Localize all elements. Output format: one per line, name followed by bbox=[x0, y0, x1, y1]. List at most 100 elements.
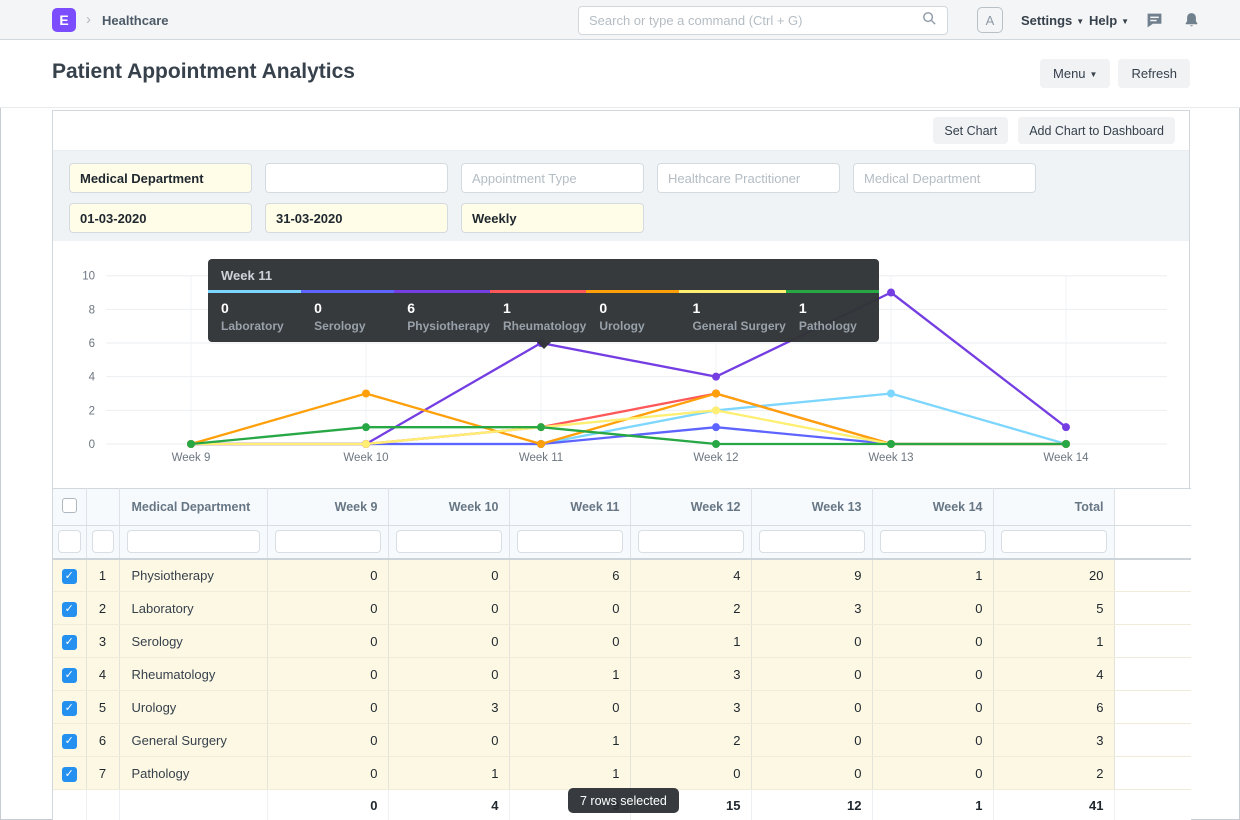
data-point[interactable] bbox=[1062, 423, 1070, 431]
notifications-bell-icon[interactable] bbox=[1184, 12, 1199, 33]
set-chart-button[interactable]: Set Chart bbox=[933, 117, 1008, 144]
department-cell[interactable]: Rheumatology bbox=[119, 658, 267, 691]
filter-input[interactable]: Medical Department bbox=[853, 163, 1036, 193]
data-point[interactable] bbox=[362, 440, 370, 448]
refresh-button[interactable]: Refresh bbox=[1118, 59, 1190, 88]
table-row[interactable]: ✓7Pathology0110002 bbox=[53, 757, 1191, 790]
select-all-checkbox[interactable] bbox=[62, 498, 77, 513]
row-checkbox-cell: ✓ bbox=[53, 625, 86, 658]
table-row[interactable]: ✓3Serology0001001 bbox=[53, 625, 1191, 658]
value-cell: 0 bbox=[751, 724, 872, 757]
column-header[interactable]: Week 13 bbox=[751, 489, 872, 526]
table-row[interactable]: ✓2Laboratory0002305 bbox=[53, 592, 1191, 625]
column-header[interactable]: Medical Department bbox=[119, 489, 267, 526]
filter-input[interactable]: Healthcare Practitioner bbox=[657, 163, 840, 193]
y-axis-label: 6 bbox=[89, 338, 95, 350]
column-header[interactable]: Total bbox=[993, 489, 1114, 526]
chat-icon[interactable] bbox=[1146, 12, 1163, 34]
search-icon[interactable] bbox=[922, 11, 937, 31]
column-header[interactable]: Week 12 bbox=[630, 489, 751, 526]
row-checkbox-cell: ✓ bbox=[53, 559, 86, 592]
data-point[interactable] bbox=[887, 289, 895, 297]
totals-empty-cell bbox=[53, 790, 86, 820]
filter-row-2: 01-03-2020 31-03-2020 Weekly bbox=[69, 203, 644, 233]
data-point[interactable] bbox=[537, 440, 545, 448]
value-cell: 1 bbox=[388, 757, 509, 790]
value-cell: 0 bbox=[872, 691, 993, 724]
navbar: E › Healthcare Search or type a command … bbox=[0, 0, 1240, 40]
header-checkbox-cell bbox=[53, 489, 86, 526]
column-filter-input[interactable] bbox=[759, 530, 865, 553]
department-cell[interactable]: General Surgery bbox=[119, 724, 267, 757]
data-point[interactable] bbox=[1062, 440, 1070, 448]
row-checkbox[interactable]: ✓ bbox=[62, 668, 77, 683]
data-point[interactable] bbox=[712, 406, 720, 414]
table-row[interactable]: ✓4Rheumatology0013004 bbox=[53, 658, 1191, 691]
filter-input[interactable]: Weekly bbox=[461, 203, 644, 233]
app-logo[interactable]: E bbox=[52, 8, 76, 32]
department-cell[interactable]: Serology bbox=[119, 625, 267, 658]
column-header[interactable]: Week 14 bbox=[872, 489, 993, 526]
row-checkbox[interactable]: ✓ bbox=[62, 701, 77, 716]
filter-input[interactable]: 31-03-2020 bbox=[265, 203, 448, 233]
column-header[interactable]: Week 9 bbox=[267, 489, 388, 526]
add-chart-to-dashboard-button[interactable]: Add Chart to Dashboard bbox=[1018, 117, 1175, 144]
table-row[interactable]: ✓5Urology0303006 bbox=[53, 691, 1191, 724]
data-point[interactable] bbox=[887, 440, 895, 448]
settings-menu[interactable]: Settings▼ bbox=[1021, 13, 1084, 28]
data-point[interactable] bbox=[362, 423, 370, 431]
filter-input[interactable] bbox=[265, 163, 448, 193]
department-cell[interactable]: Urology bbox=[119, 691, 267, 724]
table-row[interactable]: ✓1Physiotherapy00649120 bbox=[53, 559, 1191, 592]
global-search-input[interactable]: Search or type a command (Ctrl + G) bbox=[578, 6, 948, 35]
column-header[interactable]: Week 10 bbox=[388, 489, 509, 526]
menu-button[interactable]: Menu▼ bbox=[1040, 59, 1110, 88]
row-checkbox[interactable]: ✓ bbox=[62, 569, 77, 584]
column-filter-input[interactable] bbox=[880, 530, 986, 553]
row-checkbox[interactable]: ✓ bbox=[62, 635, 77, 650]
data-point[interactable] bbox=[712, 390, 720, 398]
data-point[interactable] bbox=[537, 423, 545, 431]
column-filter-input[interactable] bbox=[1001, 530, 1107, 553]
row-checkbox[interactable]: ✓ bbox=[62, 734, 77, 749]
row-checkbox-cell: ✓ bbox=[53, 724, 86, 757]
filter-input[interactable]: Appointment Type bbox=[461, 163, 644, 193]
row-checkbox[interactable]: ✓ bbox=[62, 767, 77, 782]
data-point[interactable] bbox=[712, 423, 720, 431]
row-checkbox[interactable]: ✓ bbox=[62, 602, 77, 617]
department-cell[interactable]: Physiotherapy bbox=[119, 559, 267, 592]
tooltip-value: 0 bbox=[221, 300, 301, 316]
avatar[interactable]: A bbox=[977, 7, 1003, 33]
table-row[interactable]: ✓6General Surgery0012003 bbox=[53, 724, 1191, 757]
value-cell: 0 bbox=[751, 757, 872, 790]
data-point[interactable] bbox=[712, 440, 720, 448]
filter-cell bbox=[86, 526, 119, 559]
column-filter-input[interactable] bbox=[396, 530, 502, 553]
department-cell[interactable]: Laboratory bbox=[119, 592, 267, 625]
column-filter-input[interactable] bbox=[517, 530, 623, 553]
column-filter-input[interactable] bbox=[275, 530, 381, 553]
chevron-down-icon: ▼ bbox=[1076, 17, 1084, 26]
row-filler bbox=[1114, 625, 1191, 658]
breadcrumb[interactable]: Healthcare bbox=[102, 13, 168, 28]
help-menu[interactable]: Help▼ bbox=[1089, 13, 1129, 28]
filter-placeholder: Healthcare Practitioner bbox=[668, 171, 800, 186]
value-cell: 0 bbox=[872, 658, 993, 691]
filter-input[interactable]: 01-03-2020 bbox=[69, 203, 252, 233]
department-cell[interactable]: Pathology bbox=[119, 757, 267, 790]
column-header[interactable]: Week 11 bbox=[509, 489, 630, 526]
totals-empty-cell bbox=[119, 790, 267, 820]
column-filter-input[interactable] bbox=[638, 530, 744, 553]
value-cell: 2 bbox=[630, 724, 751, 757]
data-point[interactable] bbox=[187, 440, 195, 448]
data-point[interactable] bbox=[887, 390, 895, 398]
filter-input[interactable]: Medical Department bbox=[69, 163, 252, 193]
column-filter-input[interactable] bbox=[127, 530, 260, 553]
value-cell: 0 bbox=[872, 625, 993, 658]
data-point[interactable] bbox=[362, 390, 370, 398]
tooltip-item: 1Pathology bbox=[786, 290, 879, 342]
tooltip-label: Pathology bbox=[799, 319, 879, 333]
data-point[interactable] bbox=[712, 373, 720, 381]
column-filter-input[interactable] bbox=[92, 530, 114, 553]
column-filter-input[interactable] bbox=[58, 530, 81, 553]
